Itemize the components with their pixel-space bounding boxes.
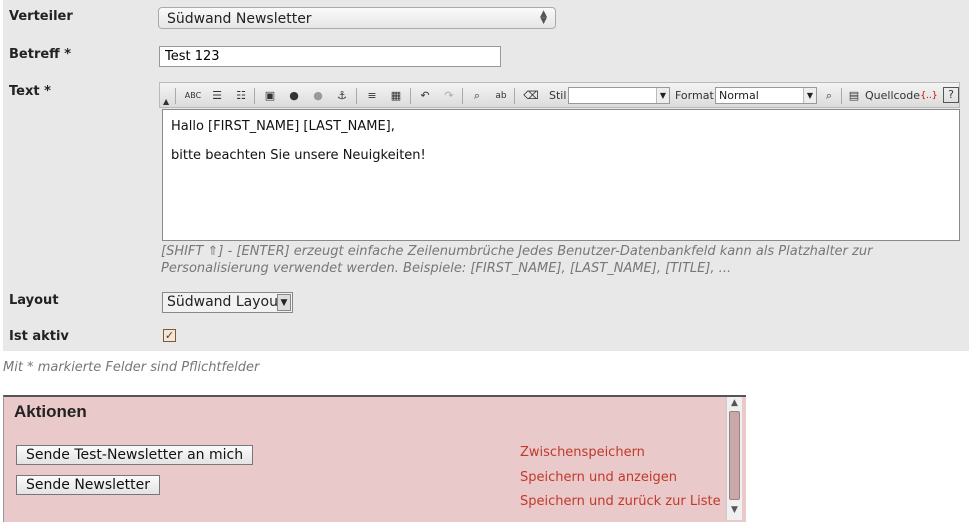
save-and-return-link[interactable]: Speichern und zurück zur Liste (520, 494, 721, 509)
replace-icon[interactable]: ab (492, 87, 510, 105)
remove-format-icon[interactable]: ⌫ (522, 87, 540, 105)
preview-icon[interactable]: ⌕ (820, 87, 838, 105)
toolbar-separator (356, 88, 357, 104)
required-fields-note: Mit * markierte Felder sind Pflichtfelde… (3, 360, 260, 375)
toolbar-separator (841, 88, 842, 104)
betreff-input[interactable] (159, 46, 501, 67)
verteiler-select-value: Südwand Newsletter (167, 11, 312, 27)
active-checkbox[interactable]: ✓ (163, 329, 176, 342)
undo-icon[interactable]: ↶ (416, 87, 434, 105)
link-icon[interactable]: ● (285, 87, 303, 105)
save-draft-link[interactable]: Zwischenspeichern (520, 445, 645, 460)
layout-select-value: Südwand Layout (167, 294, 284, 310)
toolbar-separator (514, 88, 515, 104)
image-icon[interactable]: ▣ (261, 87, 279, 105)
find-icon[interactable]: ⌕ (468, 87, 486, 105)
spellcheck-icon[interactable]: ABC (184, 87, 202, 105)
layout-select[interactable]: Südwand Layout ▼ (162, 292, 293, 313)
numbered-list-icon[interactable]: ☰ (208, 87, 226, 105)
toolbar-separator (254, 88, 255, 104)
format-value: Normal (719, 89, 759, 102)
actions-scrollbar[interactable]: ▲ ▼ (726, 397, 742, 520)
text-editor[interactable]: Hallo [FIRST_NAME] [LAST_NAME], bitte be… (162, 109, 960, 241)
verteiler-select[interactable]: Südwand Newsletter ▲ ▼ (158, 7, 556, 29)
editor-line: bitte beachten Sie unsere Neuigkeiten! (171, 148, 426, 163)
newsletter-form: Verteiler Südwand Newsletter ▲ ▼ Betreff … (3, 0, 969, 351)
source-code-label[interactable]: Quellcode (865, 89, 920, 102)
stil-label: Stil (549, 89, 567, 102)
editor-line: Hallo [FIRST_NAME] [LAST_NAME], (171, 119, 395, 134)
actions-panel: Aktionen Sende Test-Newsletter an mich S… (3, 395, 746, 522)
verteiler-label: Verteiler (9, 9, 73, 24)
chevron-down-icon: ▼ (803, 88, 816, 103)
stil-combo[interactable]: ▼ (568, 87, 670, 104)
actions-title: Aktionen (14, 402, 87, 421)
collapse-toolbar-icon[interactable]: ▲ (163, 97, 169, 106)
send-newsletter-button[interactable]: Sende Newsletter (16, 475, 161, 495)
select-arrows-icon: ▲ ▼ (540, 9, 547, 26)
bulleted-list-icon[interactable]: ☷ (232, 87, 250, 105)
send-test-newsletter-button[interactable]: Sende Test-Newsletter an mich (16, 445, 254, 465)
toolbar-separator (410, 88, 411, 104)
help-icon[interactable]: ? (943, 87, 959, 103)
anchor-icon[interactable]: ⚓ (333, 87, 351, 105)
toolbar-separator (175, 88, 176, 104)
editor-hint: [SHIFT ⇑] - [ENTER] erzeugt einfache Zei… (161, 244, 873, 276)
betreff-label: Betreff * (9, 47, 72, 62)
active-label: Ist aktiv (9, 329, 69, 344)
scroll-up-icon[interactable]: ▲ (729, 398, 740, 408)
chevron-down-icon: ▼ (656, 88, 669, 103)
source-code-icon[interactable]: ▤ (845, 87, 863, 105)
format-label: Format (675, 89, 714, 102)
chevron-down-icon: ▼ (277, 294, 291, 311)
redo-icon[interactable]: ↷ (440, 87, 458, 105)
table-icon[interactable]: ▦ (387, 87, 405, 105)
scroll-down-icon[interactable]: ▼ (729, 505, 740, 515)
save-and-view-link[interactable]: Speichern und anzeigen (520, 470, 677, 485)
unlink-icon[interactable]: ● (309, 87, 327, 105)
horizontal-rule-icon[interactable]: ≡ (363, 87, 381, 105)
format-combo[interactable]: Normal ▼ (715, 87, 817, 104)
code-icon[interactable]: {..} (920, 87, 938, 105)
layout-label: Layout (9, 293, 59, 308)
text-label: Text * (9, 84, 51, 99)
editor-toolbar: ▲ ABC ☰ ☷ ▣ ● ● ⚓ ≡ ▦ ↶ ↷ ⌕ ab ⌫ Stil ▼ … (159, 82, 960, 108)
scrollbar-thumb[interactable] (729, 411, 740, 500)
toolbar-separator (462, 88, 463, 104)
